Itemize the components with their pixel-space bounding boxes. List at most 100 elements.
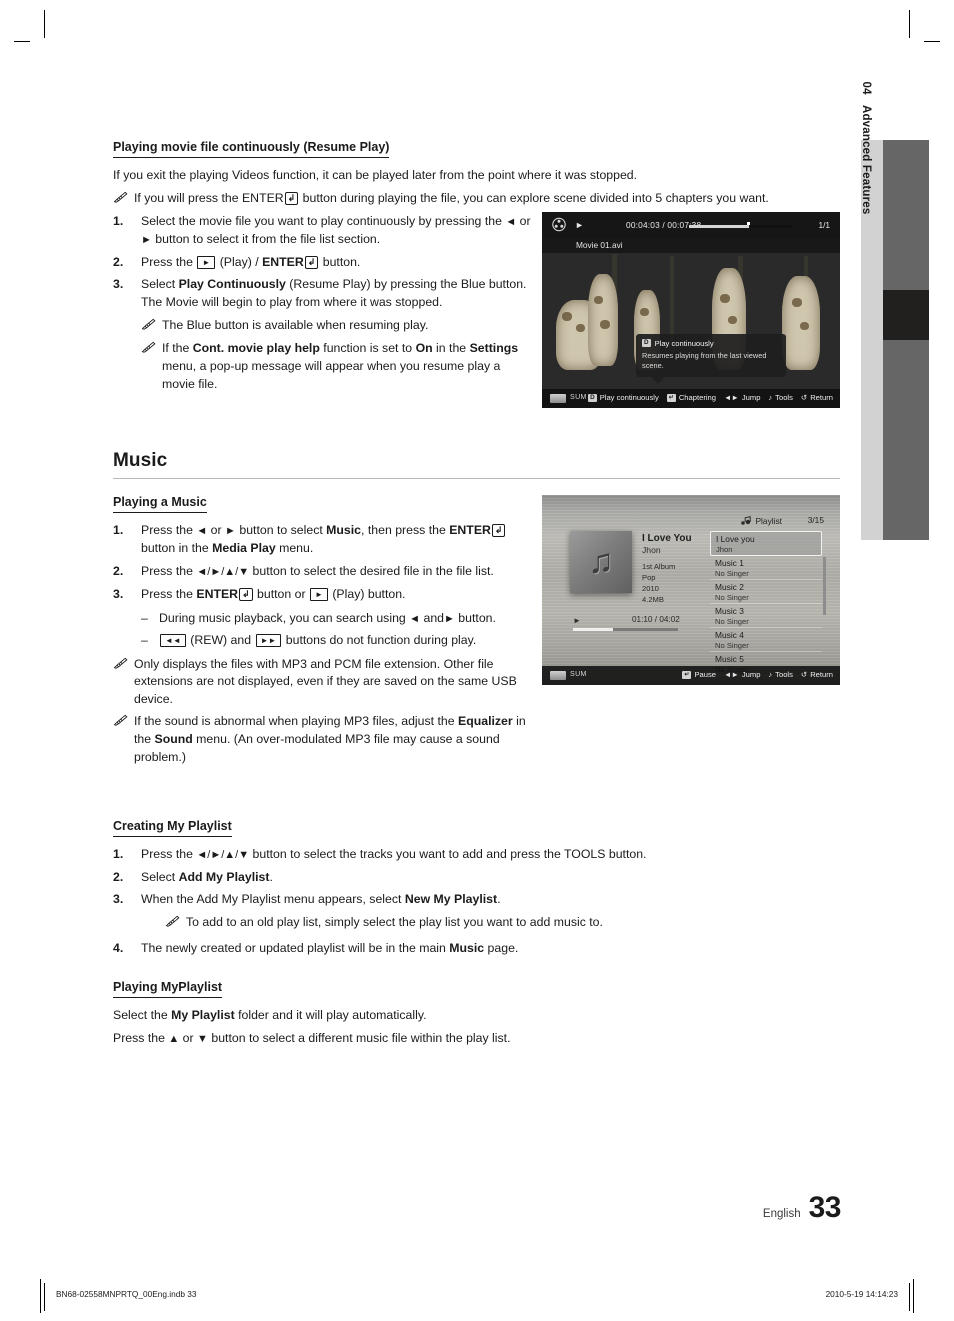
playlist-item[interactable]: Music 2 No Singer [710, 580, 822, 604]
dpad-arrows-icon: ◄/►/▲/▼ [196, 566, 250, 579]
step-3-text: Select Play Continuously (Resume Play) b… [141, 276, 533, 312]
crop-mark-top-left-h [14, 41, 30, 42]
crop-mark-top-right-v [909, 10, 910, 38]
playlist-item[interactable]: Music 3 No Singer [710, 604, 822, 628]
d2a: (REW) and [186, 632, 255, 647]
video-btn-jump[interactable]: ◄► Jump [724, 393, 760, 402]
video-btn-tools-label: Tools [775, 393, 793, 402]
playlist-icon [741, 515, 752, 527]
fastforward-key-icon: ►► [255, 633, 282, 647]
cp-step-4-number: 4. [113, 941, 124, 956]
m1a: Press the [141, 523, 197, 538]
usb-device-icon [550, 671, 566, 680]
music-btn-jump[interactable]: ◄► Jump [724, 670, 760, 679]
step-2-text: Press the ► (Play) / ENTER ↲ button. [141, 254, 533, 272]
video-file-counter: 1/1 [818, 220, 830, 230]
playlist-item-artist: No Singer [715, 617, 749, 626]
note2-bold-a: Cont. movie play help [192, 340, 320, 355]
cp1b: button to select the tracks you want to … [249, 846, 647, 861]
manual-page: 04 Advanced Features Playing movie file … [0, 0, 954, 1321]
myplaylist-line-1: Select the My Playlist folder and it wil… [113, 1007, 753, 1025]
music-btn-pause-label: Pause [694, 670, 716, 679]
video-progress-knob[interactable] [747, 222, 750, 225]
page-footer: English 33 [763, 1191, 842, 1225]
mp1a: Select the [113, 1007, 172, 1022]
tools-icon: ♪ [768, 670, 773, 679]
playlist-item-selected[interactable]: I Love you Jhon [710, 531, 822, 556]
left-arrow-icon: ◄ [196, 525, 208, 538]
pencil-icon [141, 341, 156, 359]
music-note-2: If the sound is abnormal when playing MP… [113, 713, 533, 766]
crop-mark-bottom-right-v [909, 1283, 910, 1311]
m3a: Press the [141, 587, 197, 602]
cp-step-2: 2. Select Add My Playlist. [113, 869, 753, 887]
meta-filesize: 4.2MB [642, 595, 664, 604]
enter-key-icon: ↲ [304, 255, 319, 269]
cp-step-4-text: The newly created or updated playlist wi… [141, 940, 753, 958]
music-button-row: ↵ Pause ◄► Jump ♪ Tools ↺ Return [682, 670, 833, 679]
m1f: menu. [275, 541, 314, 556]
playlist-item[interactable]: Music 4 No Singer [710, 628, 822, 652]
note2-bold-c: Settings [469, 340, 519, 355]
mp1b: folder and it will play automatically. [234, 1007, 427, 1022]
music-dash-list: – During music playback, you can search … [113, 610, 533, 650]
music-note-icon: ♫ [588, 542, 614, 581]
chapter-title: Advanced Features [860, 104, 872, 215]
music-time-display: 01:10 / 04:02 [632, 615, 680, 624]
myplaylist-line-2: Press the ▲ or ▼ button to select a diff… [113, 1030, 753, 1048]
enter-key-icon: ↲ [491, 524, 506, 538]
music-btn-return[interactable]: ↺ Return [801, 670, 833, 679]
music-progress-bar[interactable] [573, 628, 678, 631]
enter-key-icon: ↵ [666, 393, 676, 402]
music-btn-tools[interactable]: ♪ Tools [768, 670, 792, 679]
video-progress-bar[interactable] [689, 222, 793, 228]
cp-step-3-number: 3. [113, 892, 124, 907]
d2b: buttons do not function during play. [282, 632, 477, 647]
video-btn-play-continuously[interactable]: D Play continuously [588, 393, 659, 402]
cp-note-text: To add to an old play list, simply selec… [186, 915, 603, 930]
step-3-a: Select [141, 277, 179, 292]
right-arrow-icon: ► [141, 233, 152, 246]
playing-myplaylist-heading: Playing MyPlaylist [113, 980, 223, 998]
rewind-key-icon: ◄◄ [160, 633, 186, 647]
scene-giraffe-pattern [640, 308, 649, 316]
d1b: and [420, 610, 444, 625]
print-timestamp: 2010-5-19 14:14:23 [825, 1289, 898, 1299]
step-2: 2. Press the ► (Play) / ENTER ↲ button. [113, 254, 533, 272]
music-step-1: 1. Press the ◄ or ► button to select Mus… [113, 522, 533, 558]
music-step-3-text: Press the ENTER ↲ button or ► (Play) butt… [141, 586, 533, 604]
music-heading: Music [113, 450, 168, 472]
play-continuously-tooltip: D Play continuously Resumes playing from… [636, 334, 786, 384]
resume-play-note-intro-text: If you will press the ENTER ↲ button duri… [134, 190, 840, 208]
resume-play-intro: If you exit the playing Videos function,… [113, 168, 638, 182]
playlist-item-title: Music 1 [715, 558, 744, 568]
playing-myplaylist-section: Playing MyPlaylist Select the My Playlis… [113, 978, 753, 1048]
video-btn-tools[interactable]: ♪ Tools [768, 393, 792, 402]
meta-year: 2010 [642, 584, 659, 593]
video-btn-chaptering[interactable]: ↵ Chaptering [666, 393, 716, 402]
video-progress-fill [689, 225, 749, 228]
music-step-2: 2. Press the ◄/►/▲/▼ button to select th… [113, 563, 533, 581]
playlist-item-title: I Love you [716, 534, 755, 544]
crop-mark-top-left-v [44, 10, 45, 38]
enter-key-icon: ↲ [239, 588, 253, 602]
video-btn-return-label: Return [810, 393, 833, 402]
video-btn-play-continuously-label: Play continuously [599, 393, 659, 402]
music-btn-pause[interactable]: ↵ Pause [682, 670, 716, 679]
print-info-line: BN68-02558MNPRTQ_00Eng.indb 33 2010-5-19… [56, 1289, 898, 1299]
playlist-scrollbar[interactable] [823, 557, 826, 615]
step-2-c: button. [319, 254, 361, 269]
note2-d: menu, a pop-up message will appear when … [162, 358, 501, 391]
left-arrow-icon: ◄ [409, 612, 421, 625]
video-btn-jump-label: Jump [741, 393, 761, 402]
creating-playlist-section: Creating My Playlist 1. Press the ◄/►/▲/… [113, 817, 753, 958]
play-icon: ► [573, 616, 581, 625]
video-btn-return[interactable]: ↺ Return [801, 393, 833, 402]
tooltip-body: Resumes playing from the last viewed sce… [642, 351, 767, 370]
cp-step-1: 1. Press the ◄/►/▲/▼ button to select th… [113, 846, 753, 864]
cp4a: The newly created or updated playlist wi… [141, 941, 450, 956]
dash-bullet: – [141, 610, 148, 625]
m1e: button in the [141, 541, 213, 556]
playlist-list: I Love you Jhon Music 1 No Singer Music … [710, 531, 822, 676]
playlist-item[interactable]: Music 1 No Singer [710, 556, 822, 580]
